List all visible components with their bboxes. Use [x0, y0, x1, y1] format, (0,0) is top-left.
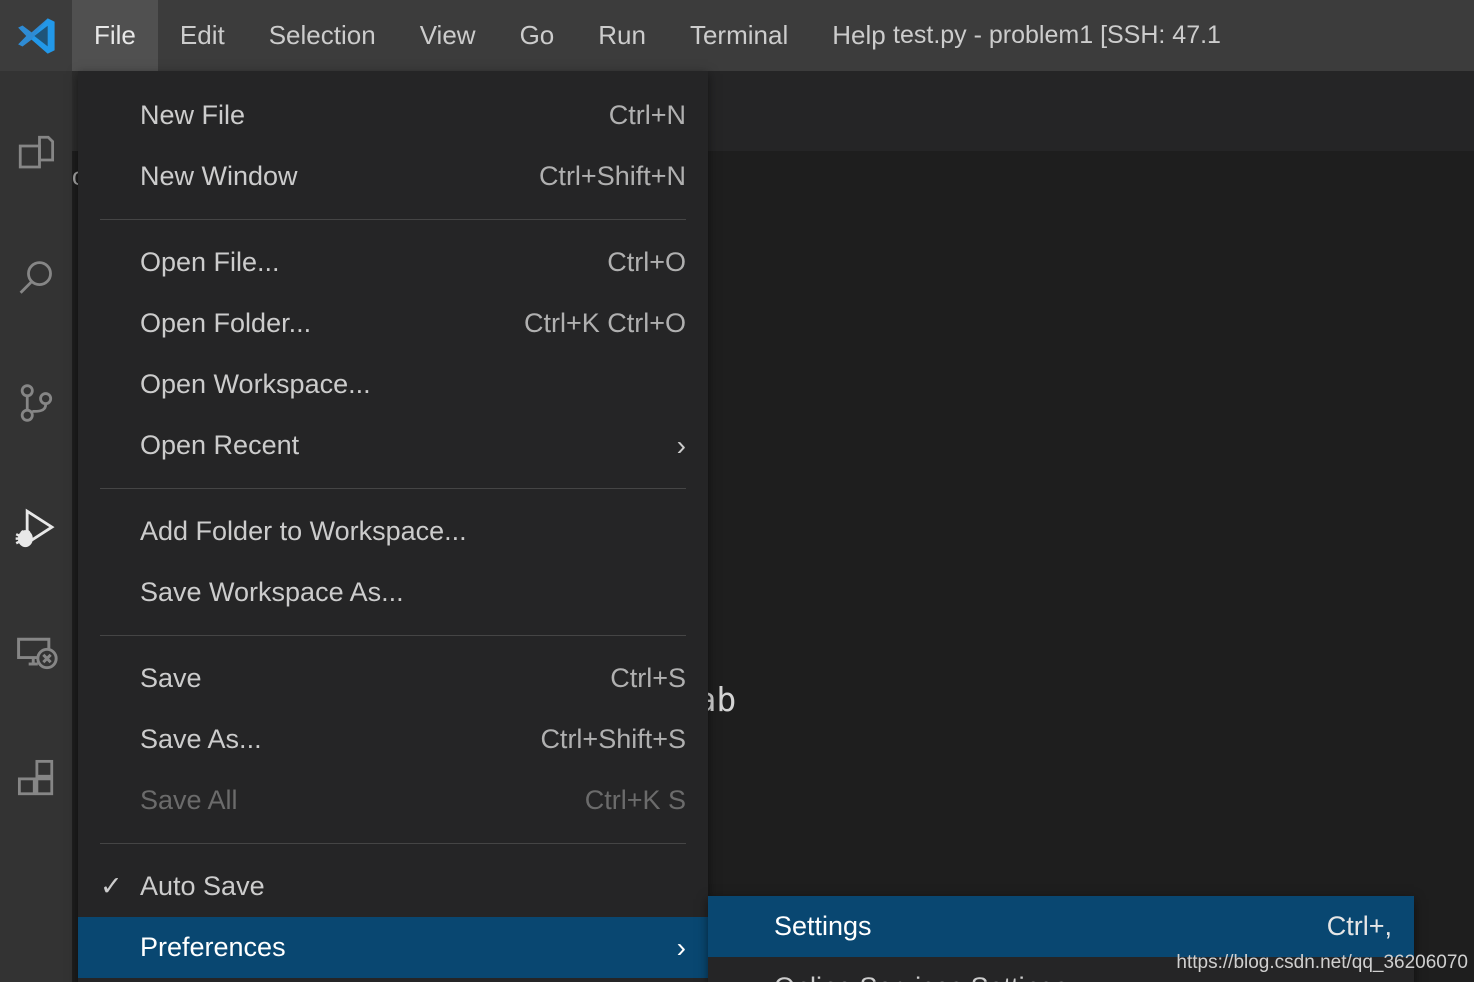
menu-item-label: New Window: [140, 161, 509, 192]
menu-item-open-workspace[interactable]: Open Workspace...: [78, 354, 708, 415]
menu-item-open-file[interactable]: Open File... Ctrl+O: [78, 232, 708, 293]
activitybar-item-run-and-debug[interactable]: [0, 468, 72, 593]
menu-item-label: Save Workspace As...: [140, 577, 656, 608]
menu-help[interactable]: Help: [810, 0, 907, 71]
menu-separator: [100, 219, 686, 220]
menu-item-label: New File: [140, 100, 579, 131]
menu-item-label: Save: [140, 663, 580, 694]
menu-item-save-workspace-as[interactable]: Save Workspace As...: [78, 562, 708, 623]
menu-item-save-all: Save All Ctrl+K S: [78, 770, 708, 831]
menu-item-preferences[interactable]: Preferences ›: [78, 917, 708, 978]
menu-selection[interactable]: Selection: [247, 0, 398, 71]
menu-item-shortcut: Ctrl+S: [610, 663, 686, 694]
menu-separator: [100, 488, 686, 489]
menu-item-open-recent[interactable]: Open Recent ›: [78, 415, 708, 476]
menu-view[interactable]: View: [398, 0, 498, 71]
menu-item-shortcut: Ctrl+Shift+N: [539, 161, 686, 192]
menu-item-label: Save As...: [140, 724, 510, 755]
title-bar: test.py - problem1 [SSH: 47.1 File Edit …: [0, 0, 1474, 71]
menu-item-label: Open Recent: [140, 430, 647, 461]
menu-item-shortcut: Ctrl+N: [609, 100, 686, 131]
remote-explorer-icon: [14, 631, 58, 680]
extensions-icon: [15, 757, 57, 804]
menu-run[interactable]: Run: [576, 0, 668, 71]
menu-bar: File Edit Selection View Go Run Terminal…: [72, 0, 908, 71]
menu-item-label: Save All: [140, 785, 555, 816]
file-menu-dropdown: New File Ctrl+N New Window Ctrl+Shift+N …: [78, 71, 708, 982]
menu-terminal[interactable]: Terminal: [668, 0, 810, 71]
explorer-icon: [15, 132, 57, 179]
vscode-logo: [0, 0, 72, 71]
menu-item-label: Open Workspace...: [140, 369, 656, 400]
menu-item-new-file[interactable]: New File Ctrl+N: [78, 85, 708, 146]
menu-item-save-as[interactable]: Save As... Ctrl+Shift+S: [78, 709, 708, 770]
menu-item-label: Preferences: [140, 932, 647, 963]
menu-item-label: Auto Save: [140, 871, 656, 902]
menu-item-label: Settings: [774, 911, 1297, 942]
menu-item-label: Add Folder to Workspace...: [140, 516, 656, 547]
chevron-right-icon: ›: [677, 432, 686, 460]
menu-item-add-folder-to-workspace[interactable]: Add Folder to Workspace...: [78, 501, 708, 562]
menu-item-shortcut: Ctrl+,: [1327, 911, 1392, 942]
watermark: https://blog.csdn.net/qq_36206070: [1176, 952, 1468, 974]
source-control-icon: [15, 382, 57, 429]
activitybar-item-source-control[interactable]: [0, 343, 72, 468]
menu-item-new-window[interactable]: New Window Ctrl+Shift+N: [78, 146, 708, 207]
chevron-right-icon: ›: [677, 934, 686, 962]
activitybar-item-search[interactable]: [0, 218, 72, 343]
activitybar-item-remote-explorer[interactable]: [0, 593, 72, 718]
menu-item-auto-save[interactable]: ✓ Auto Save: [78, 856, 708, 917]
menu-item-shortcut: Ctrl+Shift+S: [540, 724, 686, 755]
vscode-window: test.py - problem1 [SSH: 47.1 File Edit …: [0, 0, 1474, 982]
menu-item-save[interactable]: Save Ctrl+S: [78, 648, 708, 709]
menu-separator: [100, 635, 686, 636]
menu-item-label: Open File...: [140, 247, 577, 278]
menu-file[interactable]: File: [72, 0, 158, 71]
menu-item-label: Open Folder...: [140, 308, 494, 339]
search-icon: [15, 257, 57, 304]
menu-go[interactable]: Go: [498, 0, 577, 71]
activity-bar: [0, 71, 72, 982]
menu-edit[interactable]: Edit: [158, 0, 247, 71]
run-and-debug-icon: [13, 505, 59, 556]
check-icon: ✓: [100, 871, 130, 902]
menu-item-shortcut: Ctrl+O: [607, 247, 686, 278]
submenu-item-settings[interactable]: Settings Ctrl+,: [708, 896, 1414, 957]
menu-item-shortcut: Ctrl+K S: [585, 785, 686, 816]
activitybar-item-explorer[interactable]: [0, 93, 72, 218]
activitybar-item-extensions[interactable]: [0, 718, 72, 843]
menu-item-shortcut: Ctrl+K Ctrl+O: [524, 308, 686, 339]
menu-separator: [100, 843, 686, 844]
menu-item-open-folder[interactable]: Open Folder... Ctrl+K Ctrl+O: [78, 293, 708, 354]
